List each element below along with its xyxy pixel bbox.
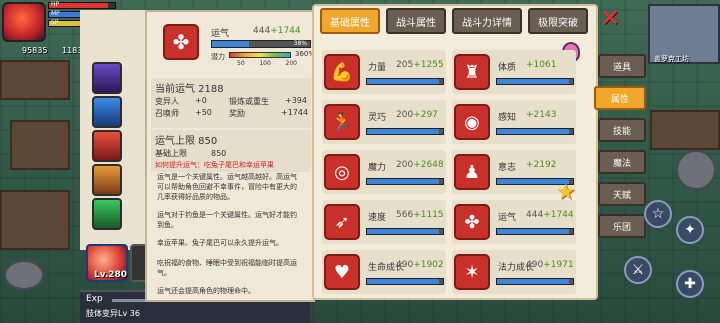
attribute-bar: [366, 228, 444, 235]
side-tab-2[interactable]: 属性: [594, 86, 646, 110]
attribute-value: +2192: [526, 160, 557, 170]
tab-power-details[interactable]: 战斗力详情: [452, 8, 522, 34]
tab-combat-attributes[interactable]: 战斗属性: [386, 8, 446, 34]
luck-cap-hint: 如何提升运气：吃兔子尾巴和幸运苹果: [155, 161, 274, 169]
clover-icon: ✤: [163, 24, 199, 60]
player-avatar[interactable]: [2, 2, 46, 42]
attribute-value: +1061: [526, 60, 557, 70]
attribute-8[interactable]: ✤ 运气 444+1744: [452, 200, 576, 244]
description-paragraph: 幸运苹果、兔子尾巴可以永久提升运气。: [157, 239, 283, 247]
will-icon: ♟: [454, 154, 490, 190]
attribute-name: 速度: [368, 213, 387, 223]
heart-icon: ♥: [324, 254, 360, 290]
attribute-1[interactable]: 💪 力量 205+1255: [322, 50, 446, 94]
attribute-bar: [366, 278, 444, 285]
location-label: 盖罗克工坊: [654, 55, 689, 63]
luck-bar: 38%: [211, 40, 311, 48]
luck-cap-title: 运气上限 850: [155, 136, 218, 147]
attribute-name: 感知: [498, 113, 517, 123]
attribute-10[interactable]: ✶ 法力成长 490+1971: [452, 250, 576, 294]
attribute-bar: [366, 78, 444, 85]
attribute-5[interactable]: ◎ 魔力 200+2648: [322, 150, 446, 194]
skill-slot-5[interactable]: [92, 198, 122, 230]
attribute-value: 205+1255: [396, 60, 444, 70]
clover-icon: ✤: [454, 204, 490, 240]
star-action-button[interactable]: ☆: [644, 200, 672, 228]
attribute-value: 490+1902: [396, 260, 444, 270]
luck-cap-block: 运气上限 850 基础上限 850 如何提升运气：吃兔子尾巴和幸运苹果: [151, 130, 311, 172]
attributes-window: 基础属性 战斗属性 战斗力详情 极限突破 💪 力量 205+1255 ♜ 体质 +1061…: [312, 4, 598, 300]
attribute-tabs: 基础属性 战斗属性 战斗力详情 极限突破: [320, 8, 594, 36]
attribute-name: 魔力: [368, 163, 387, 173]
hero-level: Lv.280: [94, 270, 128, 280]
current-luck-title: 当前运气 2188: [155, 84, 224, 95]
tab-basic-attributes[interactable]: 基础属性: [320, 8, 380, 34]
skill-slot-2[interactable]: [92, 96, 122, 128]
description-paragraph: 运气是一个关键属性。运气越高越好。高运气可以帮助角色回避不幸事件，冒险中有更大的…: [157, 173, 297, 201]
magic-icon: ◎: [324, 154, 360, 190]
body-icon: ♜: [454, 54, 490, 90]
attribute-9[interactable]: ♥ 生命成长 490+1902: [322, 250, 446, 294]
attribute-value: 444+1744: [526, 210, 574, 220]
weapon-action-button[interactable]: ⚔: [624, 256, 652, 284]
attribute-name: 运气: [498, 213, 517, 223]
potential-ticks: 50 100 200: [237, 60, 297, 67]
side-tab-5[interactable]: 天赋: [598, 182, 646, 206]
attribute-value: 200+2648: [396, 160, 444, 170]
description-paragraph: 运气对于钓鱼是一个关键属性。运气好才能钓到鱼。: [157, 211, 297, 229]
luck-label: 运气: [211, 29, 230, 39]
attribute-info-panel: ✤ 运气 444+1744 38% 潜力 360% 50 100 200 当前运气 …: [145, 10, 315, 302]
luck-summary: ✤ 运气 444+1744 38% 潜力 360% 50 100 200: [151, 18, 315, 78]
attribute-value: 490+1971: [526, 260, 574, 270]
skill-slot-4[interactable]: [92, 164, 122, 196]
attribute-bar: [496, 228, 574, 235]
side-tab-3[interactable]: 技能: [598, 118, 646, 142]
description-paragraph: 运气还会提高角色的物理命中。: [157, 287, 255, 295]
side-tab-1[interactable]: 道具: [598, 54, 646, 78]
potential-bar: [229, 52, 291, 58]
attribute-name: 体质: [498, 63, 517, 73]
close-icon[interactable]: ✕: [600, 6, 624, 30]
attribute-value: 566+1115: [396, 210, 444, 220]
stat-a: 95835: [22, 46, 48, 55]
eye-icon: ◉: [454, 104, 490, 140]
hp-bar: HP: [48, 1, 116, 9]
attribute-name: 灵巧: [368, 113, 387, 123]
muscle-icon: 💪: [324, 54, 360, 90]
attribute-value: 200+297: [396, 110, 438, 120]
attribute-2[interactable]: ♜ 体质 +1061: [452, 50, 576, 94]
attribute-bar: [366, 178, 444, 185]
attribute-bar: [496, 278, 574, 285]
current-luck-block: 当前运气 2188 变异人 +0 锻炼或重生 +394 召唤师 +50 奖励 +…: [151, 78, 311, 128]
description-paragraph: 吃祝福的食物、睡眠中受到祝福能临时提高运气。: [157, 259, 297, 277]
runner-icon: 🏃: [324, 104, 360, 140]
attribute-bar: [366, 128, 444, 135]
attribute-bar: [496, 78, 574, 85]
attribute-4[interactable]: ◉ 感知 +2143: [452, 100, 576, 144]
attribute-value: +2143: [526, 110, 557, 120]
attribute-name: 力量: [368, 63, 387, 73]
attribute-bar: [496, 128, 574, 135]
skill-slot-3[interactable]: [92, 130, 122, 162]
luck-value: 444+1744: [253, 26, 301, 36]
mana-icon: ✶: [454, 254, 490, 290]
skill-slot-1[interactable]: [92, 62, 122, 94]
attribute-name: 意志: [498, 163, 517, 173]
side-tab-4[interactable]: 魔法: [598, 150, 646, 174]
side-tab-6[interactable]: 乐团: [598, 214, 646, 238]
exp-label: Exp: [86, 294, 103, 304]
mana-action-button[interactable]: ✦: [676, 216, 704, 244]
luck-cap-row: 基础上限 850: [155, 149, 227, 158]
speed-icon: ➶: [324, 204, 360, 240]
attribute-3[interactable]: 🏃 灵巧 200+297: [322, 100, 446, 144]
potential-label: 潜力: [211, 53, 225, 61]
attribute-7[interactable]: ➶ 速度 566+1115: [322, 200, 446, 244]
action-button[interactable]: ✚: [676, 270, 704, 298]
star-icon[interactable]: ★: [556, 180, 576, 205]
tab-limit-break[interactable]: 极限突破: [528, 8, 588, 34]
exp-level: 肢体变异Lv 36: [86, 309, 140, 318]
